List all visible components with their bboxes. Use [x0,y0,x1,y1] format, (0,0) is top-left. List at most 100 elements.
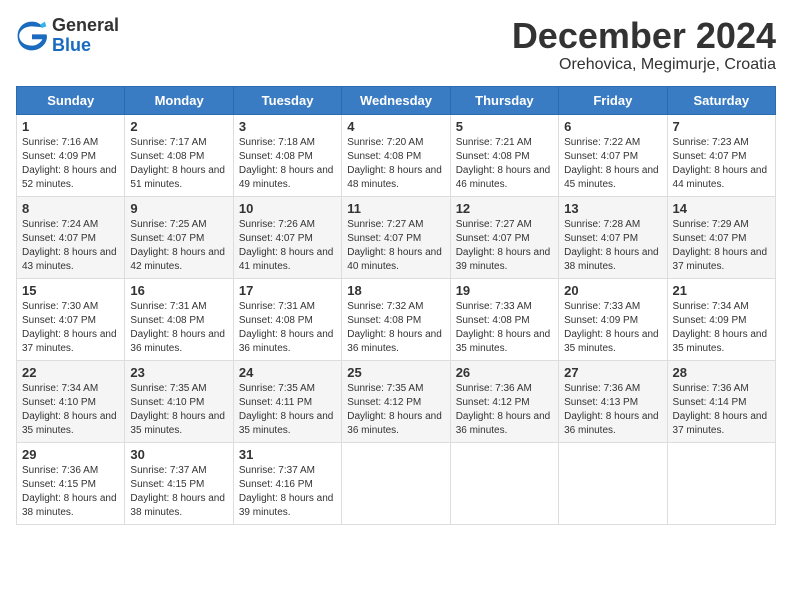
calendar-day-18: 18 Sunrise: 7:32 AMSunset: 4:08 PMDaylig… [342,278,450,360]
day-number: 15 [22,283,119,298]
calendar-day-1: 1 Sunrise: 7:16 AMSunset: 4:09 PMDayligh… [17,114,125,196]
location: Orehovica, Megimurje, Croatia [512,56,776,74]
day-number: 18 [347,283,444,298]
day-number: 8 [22,201,119,216]
calendar-day-17: 17 Sunrise: 7:31 AMSunset: 4:08 PMDaylig… [233,278,341,360]
calendar-day-11: 11 Sunrise: 7:27 AMSunset: 4:07 PMDaylig… [342,196,450,278]
calendar-day-2: 2 Sunrise: 7:17 AMSunset: 4:08 PMDayligh… [125,114,233,196]
day-number: 22 [22,365,119,380]
calendar-week-row-1: 1 Sunrise: 7:16 AMSunset: 4:09 PMDayligh… [17,114,776,196]
weekday-header-tuesday: Tuesday [233,86,341,114]
calendar-day-8: 8 Sunrise: 7:24 AMSunset: 4:07 PMDayligh… [17,196,125,278]
calendar-day-10: 10 Sunrise: 7:26 AMSunset: 4:07 PMDaylig… [233,196,341,278]
calendar-day-22: 22 Sunrise: 7:34 AMSunset: 4:10 PMDaylig… [17,360,125,442]
day-info: Sunrise: 7:26 AMSunset: 4:07 PMDaylight:… [239,219,334,272]
day-info: Sunrise: 7:31 AMSunset: 4:08 PMDaylight:… [130,301,225,354]
day-info: Sunrise: 7:17 AMSunset: 4:08 PMDaylight:… [130,137,225,190]
day-number: 27 [564,365,661,380]
calendar-day-12: 12 Sunrise: 7:27 AMSunset: 4:07 PMDaylig… [450,196,558,278]
calendar-day-4: 4 Sunrise: 7:20 AMSunset: 4:08 PMDayligh… [342,114,450,196]
day-info: Sunrise: 7:24 AMSunset: 4:07 PMDaylight:… [22,219,117,272]
calendar-empty-cell [667,442,775,524]
day-number: 25 [347,365,444,380]
calendar-week-row-4: 22 Sunrise: 7:34 AMSunset: 4:10 PMDaylig… [17,360,776,442]
weekday-header-saturday: Saturday [667,86,775,114]
logo: General Blue [16,16,119,56]
calendar-week-row-3: 15 Sunrise: 7:30 AMSunset: 4:07 PMDaylig… [17,278,776,360]
day-number: 3 [239,119,336,134]
day-number: 26 [456,365,553,380]
day-info: Sunrise: 7:34 AMSunset: 4:09 PMDaylight:… [673,301,768,354]
day-info: Sunrise: 7:23 AMSunset: 4:07 PMDaylight:… [673,137,768,190]
day-info: Sunrise: 7:31 AMSunset: 4:08 PMDaylight:… [239,301,334,354]
calendar-day-31: 31 Sunrise: 7:37 AMSunset: 4:16 PMDaylig… [233,442,341,524]
logo-general: General [52,16,119,36]
calendar-day-23: 23 Sunrise: 7:35 AMSunset: 4:10 PMDaylig… [125,360,233,442]
calendar-empty-cell [342,442,450,524]
day-info: Sunrise: 7:34 AMSunset: 4:10 PMDaylight:… [22,383,117,436]
weekday-header-friday: Friday [559,86,667,114]
calendar-day-19: 19 Sunrise: 7:33 AMSunset: 4:08 PMDaylig… [450,278,558,360]
day-info: Sunrise: 7:36 AMSunset: 4:15 PMDaylight:… [22,465,117,518]
day-info: Sunrise: 7:36 AMSunset: 4:13 PMDaylight:… [564,383,659,436]
day-info: Sunrise: 7:29 AMSunset: 4:07 PMDaylight:… [673,219,768,272]
calendar-day-24: 24 Sunrise: 7:35 AMSunset: 4:11 PMDaylig… [233,360,341,442]
day-number: 24 [239,365,336,380]
day-info: Sunrise: 7:33 AMSunset: 4:09 PMDaylight:… [564,301,659,354]
calendar-day-20: 20 Sunrise: 7:33 AMSunset: 4:09 PMDaylig… [559,278,667,360]
day-info: Sunrise: 7:37 AMSunset: 4:16 PMDaylight:… [239,465,334,518]
calendar-day-29: 29 Sunrise: 7:36 AMSunset: 4:15 PMDaylig… [17,442,125,524]
calendar-day-14: 14 Sunrise: 7:29 AMSunset: 4:07 PMDaylig… [667,196,775,278]
day-info: Sunrise: 7:36 AMSunset: 4:14 PMDaylight:… [673,383,768,436]
calendar-day-9: 9 Sunrise: 7:25 AMSunset: 4:07 PMDayligh… [125,196,233,278]
day-number: 17 [239,283,336,298]
day-number: 9 [130,201,227,216]
day-info: Sunrise: 7:35 AMSunset: 4:10 PMDaylight:… [130,383,225,436]
weekday-header-row: SundayMondayTuesdayWednesdayThursdayFrid… [17,86,776,114]
calendar-day-5: 5 Sunrise: 7:21 AMSunset: 4:08 PMDayligh… [450,114,558,196]
day-number: 29 [22,447,119,462]
weekday-header-thursday: Thursday [450,86,558,114]
calendar-day-15: 15 Sunrise: 7:30 AMSunset: 4:07 PMDaylig… [17,278,125,360]
day-info: Sunrise: 7:36 AMSunset: 4:12 PMDaylight:… [456,383,551,436]
calendar-empty-cell [559,442,667,524]
day-info: Sunrise: 7:35 AMSunset: 4:11 PMDaylight:… [239,383,334,436]
logo-text: General Blue [52,16,119,56]
calendar-day-3: 3 Sunrise: 7:18 AMSunset: 4:08 PMDayligh… [233,114,341,196]
calendar-empty-cell [450,442,558,524]
day-info: Sunrise: 7:18 AMSunset: 4:08 PMDaylight:… [239,137,334,190]
weekday-header-sunday: Sunday [17,86,125,114]
weekday-header-monday: Monday [125,86,233,114]
calendar-day-28: 28 Sunrise: 7:36 AMSunset: 4:14 PMDaylig… [667,360,775,442]
day-number: 10 [239,201,336,216]
day-info: Sunrise: 7:32 AMSunset: 4:08 PMDaylight:… [347,301,442,354]
day-number: 14 [673,201,770,216]
calendar-day-13: 13 Sunrise: 7:28 AMSunset: 4:07 PMDaylig… [559,196,667,278]
day-number: 16 [130,283,227,298]
day-info: Sunrise: 7:35 AMSunset: 4:12 PMDaylight:… [347,383,442,436]
weekday-header-wednesday: Wednesday [342,86,450,114]
day-number: 20 [564,283,661,298]
day-number: 5 [456,119,553,134]
day-info: Sunrise: 7:21 AMSunset: 4:08 PMDaylight:… [456,137,551,190]
day-number: 12 [456,201,553,216]
day-number: 7 [673,119,770,134]
calendar-day-16: 16 Sunrise: 7:31 AMSunset: 4:08 PMDaylig… [125,278,233,360]
calendar-week-row-5: 29 Sunrise: 7:36 AMSunset: 4:15 PMDaylig… [17,442,776,524]
day-info: Sunrise: 7:22 AMSunset: 4:07 PMDaylight:… [564,137,659,190]
day-info: Sunrise: 7:30 AMSunset: 4:07 PMDaylight:… [22,301,117,354]
logo-icon [16,20,48,52]
day-info: Sunrise: 7:33 AMSunset: 4:08 PMDaylight:… [456,301,551,354]
day-number: 19 [456,283,553,298]
day-info: Sunrise: 7:16 AMSunset: 4:09 PMDaylight:… [22,137,117,190]
logo-blue-text: Blue [52,36,119,56]
day-info: Sunrise: 7:20 AMSunset: 4:08 PMDaylight:… [347,137,442,190]
day-info: Sunrise: 7:27 AMSunset: 4:07 PMDaylight:… [456,219,551,272]
calendar-day-21: 21 Sunrise: 7:34 AMSunset: 4:09 PMDaylig… [667,278,775,360]
day-number: 11 [347,201,444,216]
day-number: 28 [673,365,770,380]
calendar-week-row-2: 8 Sunrise: 7:24 AMSunset: 4:07 PMDayligh… [17,196,776,278]
title-block: December 2024 Orehovica, Megimurje, Croa… [512,16,776,74]
day-number: 2 [130,119,227,134]
calendar-day-6: 6 Sunrise: 7:22 AMSunset: 4:07 PMDayligh… [559,114,667,196]
